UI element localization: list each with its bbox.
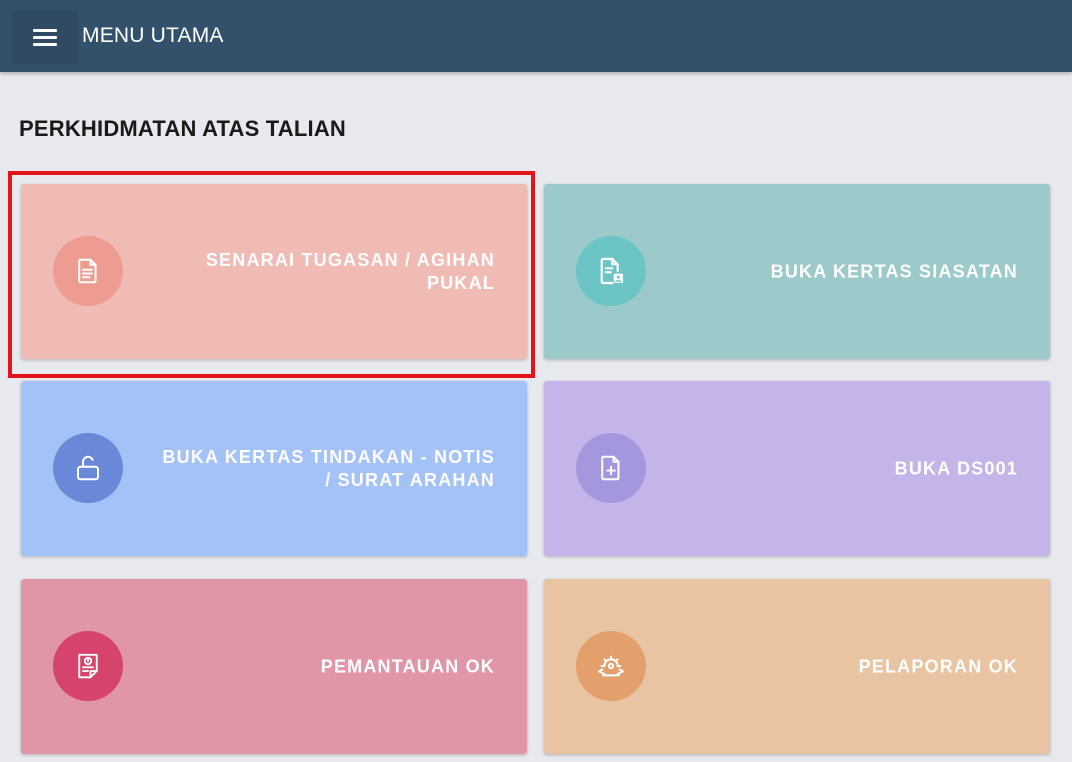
card-pelaporan-ok[interactable]: PELAPORAN OK — [544, 579, 1050, 754]
top-app-bar: MENU UTAMA — [0, 0, 1072, 72]
card-buka-kertas-tindakan[interactable]: BUKA KERTAS TINDAKAN - NOTIS / SURAT ARA… — [21, 381, 527, 556]
card-icon-circle — [53, 433, 123, 503]
card-label: PEMANTAUAN OK — [320, 656, 495, 676]
report-alert-icon — [78, 653, 98, 679]
app-title: MENU UTAMA — [82, 24, 224, 47]
card-icon-circle — [53, 631, 123, 701]
document-list-icon — [78, 258, 97, 284]
document-person-icon — [600, 257, 623, 285]
unlock-icon — [77, 455, 99, 481]
card-icon-circle — [53, 236, 123, 306]
card-label: BUKA DS001 — [894, 458, 1018, 478]
hamburger-icon — [33, 29, 57, 46]
card-buka-ds001[interactable]: BUKA DS001 — [544, 381, 1050, 556]
gear-tools-icon — [598, 655, 624, 677]
file-plus-icon — [601, 455, 620, 481]
card-label: SENARAI TUGASAN / AGIHAN PUKAL — [205, 249, 495, 293]
hamburger-menu-button[interactable] — [12, 10, 78, 64]
card-label: PELAPORAN OK — [858, 656, 1018, 676]
card-pemantauan-ok[interactable]: PEMANTAUAN OK — [21, 579, 527, 754]
card-buka-kertas-siasatan[interactable]: BUKA KERTAS SIASATAN — [544, 184, 1050, 359]
card-label: BUKA KERTAS SIASATAN — [770, 261, 1018, 281]
card-icon-circle — [576, 631, 646, 701]
card-icon-circle — [576, 236, 646, 306]
section-title: PERKHIDMATAN ATAS TALIAN — [19, 116, 347, 141]
card-icon-circle — [576, 433, 646, 503]
card-senarai-tugasan[interactable]: SENARAI TUGASAN / AGIHAN PUKAL — [21, 184, 527, 359]
card-label: BUKA KERTAS TINDAKAN - NOTIS / SURAT ARA… — [162, 446, 495, 490]
